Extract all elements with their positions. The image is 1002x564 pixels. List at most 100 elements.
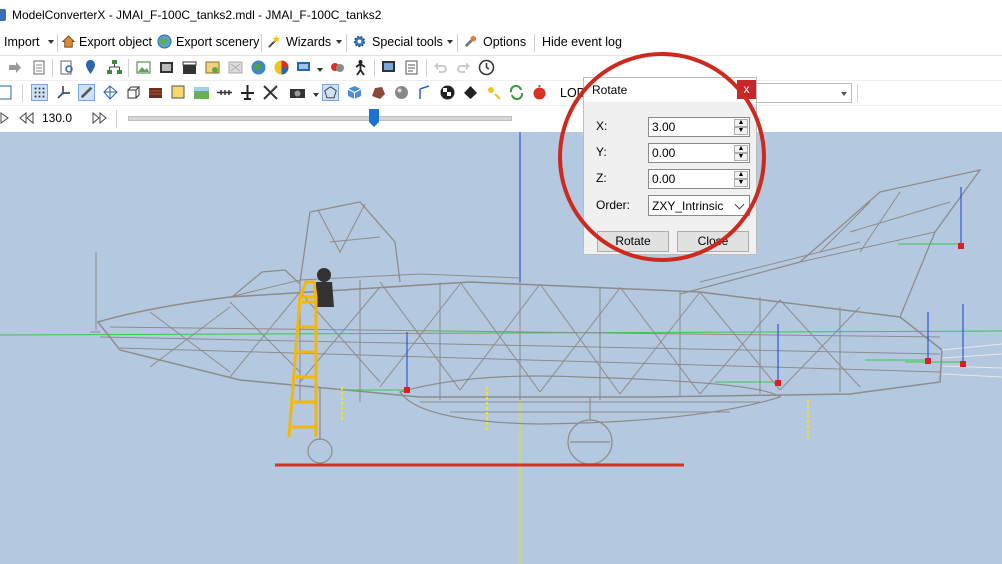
- menu-export-scenery[interactable]: Export scenery: [176, 35, 259, 49]
- globe-icon[interactable]: [250, 59, 267, 76]
- tool-icon[interactable]: [262, 84, 279, 101]
- undo-icon[interactable]: [432, 59, 449, 76]
- figure-icon[interactable]: [352, 59, 369, 76]
- step-down-icon[interactable]: ▼: [734, 153, 748, 161]
- menu-wizards[interactable]: Wizards: [286, 35, 331, 49]
- toolbar-separator: [22, 84, 23, 102]
- ground-icon[interactable]: [193, 84, 210, 101]
- rock-icon[interactable]: [370, 84, 387, 101]
- chevron-down-icon[interactable]: [841, 92, 847, 96]
- measure-icon[interactable]: [78, 84, 95, 101]
- close-icon[interactable]: x: [737, 80, 756, 99]
- menu-import[interactable]: Import: [4, 35, 39, 49]
- redo-icon[interactable]: [455, 59, 472, 76]
- chevron-down-icon[interactable]: [48, 40, 54, 44]
- image-disabled-icon[interactable]: [227, 59, 244, 76]
- chevron-down-icon[interactable]: [734, 199, 745, 210]
- clock-icon[interactable]: [478, 59, 495, 76]
- texture-swap-icon[interactable]: [329, 59, 346, 76]
- document-icon[interactable]: [30, 59, 47, 76]
- chevron-down-icon[interactable]: [447, 40, 453, 44]
- box-icon[interactable]: [125, 84, 142, 101]
- lod-select[interactable]: [752, 83, 852, 103]
- z-value[interactable]: 0.00: [652, 172, 675, 186]
- 3d-viewport[interactable]: [0, 132, 1002, 564]
- playback-slider[interactable]: [128, 116, 512, 121]
- image-icon[interactable]: [135, 59, 152, 76]
- step-up-icon[interactable]: ▲: [734, 171, 748, 179]
- image-lock-icon[interactable]: [204, 59, 221, 76]
- step-up-icon[interactable]: ▲: [734, 145, 748, 153]
- step-up-icon[interactable]: ▲: [734, 119, 748, 127]
- material-icon[interactable]: [147, 84, 164, 101]
- airplane-icon[interactable]: [239, 84, 256, 101]
- step-down-icon[interactable]: ▼: [734, 179, 748, 187]
- dialog-title-bar: Rotate x: [584, 78, 756, 102]
- menu-separator: [534, 34, 535, 52]
- order-value[interactable]: ZXY_Intrinsic: [652, 199, 723, 213]
- camera-icon[interactable]: [289, 84, 306, 101]
- polygon-icon[interactable]: [322, 84, 339, 101]
- pie-chart-icon[interactable]: [273, 59, 290, 76]
- sphere-icon[interactable]: [393, 84, 410, 101]
- menu-separator: [457, 34, 458, 52]
- bug-icon[interactable]: [531, 84, 548, 101]
- menu-export-object[interactable]: Export object: [79, 35, 152, 49]
- fuselage: [90, 168, 1002, 425]
- slider-thumb[interactable]: [368, 108, 380, 128]
- wireframe-icon[interactable]: [102, 84, 119, 101]
- animation-icon[interactable]: [216, 84, 233, 101]
- menu-separator: [346, 34, 347, 52]
- menu-options[interactable]: Options: [483, 35, 526, 49]
- close-button[interactable]: Close: [677, 231, 749, 252]
- clapperboard-icon[interactable]: [181, 59, 198, 76]
- rotate-button[interactable]: Rotate: [597, 231, 669, 252]
- refresh-icon[interactable]: [508, 84, 525, 101]
- arrow-right-icon[interactable]: [6, 59, 23, 76]
- order-label: Order:: [596, 198, 631, 212]
- toolbar-playback: 130.0: [0, 106, 1002, 132]
- y-rotation-stepper[interactable]: 0.00 ▲ ▼: [648, 143, 750, 163]
- checker-sphere-icon[interactable]: [439, 84, 456, 101]
- playback-value[interactable]: 130.0: [42, 111, 72, 125]
- display-settings-icon[interactable]: [295, 59, 312, 76]
- picture-icon[interactable]: [158, 59, 175, 76]
- wand-icon: [268, 34, 281, 48]
- pilot-figure: [316, 268, 334, 307]
- x-value[interactable]: 3.00: [652, 120, 675, 134]
- texture-icon[interactable]: [170, 84, 187, 101]
- shape-icon[interactable]: [462, 84, 479, 101]
- normals-icon[interactable]: [416, 84, 433, 101]
- house-icon: [61, 35, 76, 48]
- x-rotation-stepper[interactable]: 3.00 ▲ ▼: [648, 117, 750, 137]
- rewind-icon[interactable]: [18, 111, 34, 125]
- step-down-icon[interactable]: ▼: [734, 127, 748, 135]
- toolbar-view: LOD: [0, 81, 1002, 106]
- fast-forward-icon[interactable]: [92, 111, 108, 125]
- hierarchy-icon[interactable]: [106, 59, 123, 76]
- monitor-icon[interactable]: [380, 59, 397, 76]
- map-pin-icon[interactable]: [82, 59, 99, 76]
- app-icon: [0, 9, 6, 21]
- menu-special-tools[interactable]: Special tools: [372, 35, 443, 49]
- landing-gear: [307, 387, 620, 465]
- report-icon[interactable]: [403, 59, 420, 76]
- zoom-document-icon[interactable]: [59, 59, 76, 76]
- z-label: Z:: [596, 171, 607, 185]
- play-icon[interactable]: [0, 111, 10, 125]
- y-value[interactable]: 0.00: [652, 146, 675, 160]
- chevron-down-icon[interactable]: [336, 40, 342, 44]
- view-mode-icon[interactable]: [0, 84, 13, 101]
- axes-icon[interactable]: [55, 84, 72, 101]
- z-rotation-stepper[interactable]: 0.00 ▲ ▼: [648, 169, 750, 189]
- gear-icon: [353, 35, 366, 48]
- order-select[interactable]: ZXY_Intrinsic: [648, 195, 750, 216]
- grid-icon[interactable]: [31, 84, 48, 101]
- chevron-down-icon[interactable]: [313, 93, 319, 97]
- toolbar-separator: [374, 59, 375, 77]
- wireframe-model: [0, 132, 1002, 564]
- chevron-down-icon[interactable]: [317, 68, 323, 72]
- cube-color-icon[interactable]: [346, 84, 363, 101]
- menu-hide-event-log[interactable]: Hide event log: [542, 35, 622, 49]
- lights-icon[interactable]: [485, 84, 502, 101]
